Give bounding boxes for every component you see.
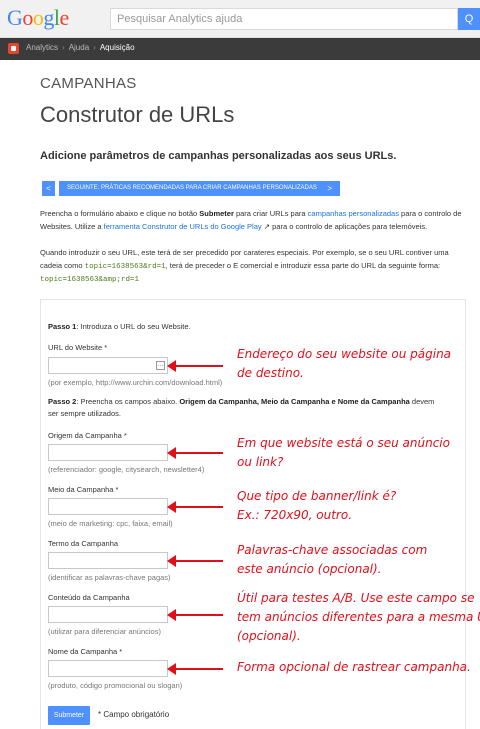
- content-label: Conteúdo da Campanha: [48, 593, 130, 602]
- next-article-button[interactable]: SEGUINTE: PRÁTICAS RECOMENDADAS PARA CRI…: [59, 181, 340, 196]
- name-hint: (produto, código promocional ou slogan): [48, 681, 183, 690]
- text: para criar URLs para: [233, 209, 308, 218]
- annotation-line: de destino.: [237, 366, 304, 380]
- code-sample: topic=1638563&amp;rd=1: [40, 276, 140, 284]
- text: Preencha o formulário abaixo e clique no…: [40, 209, 200, 218]
- annotation-name: Forma opcional de rastrear campanha.: [237, 658, 471, 677]
- annotation-line: Endereço do seu website ou página: [237, 347, 452, 361]
- source-input[interactable]: [48, 444, 168, 461]
- chevron-right-icon: >: [327, 184, 332, 193]
- url-label: URL do Website *: [48, 343, 108, 352]
- logo-letter: g: [43, 5, 54, 30]
- logo-letter: o: [32, 5, 44, 30]
- annotation-line: Palavras-chave associadas com: [237, 543, 428, 557]
- play-url-builder-link[interactable]: ferramenta Construtor de URLs do Google …: [104, 222, 262, 231]
- name-label: Nome da Campanha *: [48, 647, 123, 656]
- arrow-left-icon: [167, 555, 223, 567]
- step2-text-line2: ser sempre utilizados.: [48, 409, 121, 418]
- step2-text: Passo 2: Preencha os campos abaixo. Orig…: [48, 397, 434, 406]
- analytics-icon: [8, 43, 19, 54]
- chevron-right-icon: ›: [93, 43, 96, 52]
- arrow-left-icon: [167, 609, 223, 621]
- url-input[interactable]: …: [48, 357, 168, 374]
- campaigns-link[interactable]: campanhas personalizadas: [308, 209, 399, 218]
- text: para o controlo de aplicações para telem…: [270, 221, 428, 231]
- text-bold: Origem da Campanha, Meio da Campanha e N…: [179, 397, 410, 406]
- step1-text: Passo 1: Introduza o URL do seu Website.: [48, 322, 191, 331]
- annotation-line: ou link?: [237, 455, 284, 469]
- annotation-line: este anúncio (opcional).: [237, 562, 382, 576]
- term-hint: (identificar as palavras-chave pagas): [48, 573, 171, 582]
- annotation-url: Endereço do seu website ou página de dest…: [237, 345, 451, 383]
- term-input[interactable]: [48, 552, 168, 569]
- annotation-line: tem anúncios diferentes para a mesma URL: [237, 610, 480, 624]
- escape-paragraph: Quando introduzir o seu URL, este terá d…: [40, 247, 472, 287]
- previous-button[interactable]: <: [42, 181, 55, 196]
- annotation-line: Que tipo de banner/link é?: [237, 489, 397, 503]
- breadcrumb: Analytics › Ajuda › Aquisição: [26, 43, 135, 52]
- arrow-left-icon: [167, 447, 223, 459]
- source-label: Origem da Campanha *: [48, 431, 127, 440]
- annotation-term: Palavras-chave associadas com este anúnci…: [237, 541, 427, 579]
- required-note: * Campo obrigatório: [98, 710, 170, 719]
- intro-paragraph: Preencha o formulário abaixo e clique no…: [40, 208, 472, 233]
- text: devem: [409, 397, 435, 406]
- term-label: Termo da Campanha: [48, 539, 119, 548]
- section-label: CAMPANHAS: [40, 75, 137, 92]
- name-input[interactable]: [48, 660, 168, 677]
- logo-letter: o: [22, 5, 33, 30]
- autofill-icon[interactable]: …: [156, 361, 165, 370]
- annotation-line: Útil para testes A/B. Use este campo se: [237, 591, 475, 605]
- chevron-left-icon: <: [46, 184, 51, 193]
- step1-label: Passo 1: [48, 322, 77, 331]
- medium-input[interactable]: [48, 498, 168, 515]
- annotation-source: Em que website está o seu anúncio ou link…: [237, 434, 450, 472]
- text: : Introduza o URL do seu Website.: [76, 322, 191, 331]
- arrow-left-icon: [167, 501, 223, 513]
- search-button[interactable]: Q: [458, 8, 480, 30]
- logo-letter: G: [7, 5, 23, 30]
- medium-hint: (meio de marketing: cpc, faixa, email): [48, 519, 173, 528]
- annotation-line: (opcional).: [237, 629, 301, 643]
- breadcrumb-item-aquisicao[interactable]: Aquisição: [100, 43, 135, 52]
- step2-label: Passo 2: [48, 397, 77, 406]
- text: : Preencha os campos abaixo.: [76, 397, 180, 406]
- annotation-line: Ex.: 720x90, outro.: [237, 508, 353, 522]
- annotation-line: Forma opcional de rastrear campanha.: [237, 660, 471, 674]
- content-input[interactable]: [48, 606, 168, 623]
- search-input[interactable]: Pesquisar Analytics ajuda: [110, 8, 458, 30]
- page-title: Construtor de URLs: [40, 102, 235, 127]
- code-sample: topic=1638563&rd=1: [84, 262, 166, 271]
- arrow-left-icon: [167, 663, 223, 675]
- page-subtitle: Adicione parâmetros de campanhas persona…: [40, 150, 397, 162]
- breadcrumb-item-ajuda[interactable]: Ajuda: [69, 43, 89, 52]
- external-link-icon: ↗: [261, 221, 271, 231]
- arrow-left-icon: [167, 360, 223, 372]
- submit-button[interactable]: Submeter: [48, 706, 90, 725]
- chevron-right-icon: ›: [62, 43, 65, 52]
- breadcrumb-item-analytics[interactable]: Analytics: [26, 43, 58, 52]
- next-article-label: SEGUINTE: PRÁTICAS RECOMENDADAS PARA CRI…: [67, 185, 317, 191]
- google-logo[interactable]: Google: [7, 5, 69, 31]
- annotation-line: Em que website está o seu anúncio: [237, 436, 450, 450]
- annotation-content: Útil para testes A/B. Use este campo se t…: [237, 589, 480, 646]
- logo-letter: e: [59, 5, 70, 30]
- annotation-medium: Que tipo de banner/link é? Ex.: 720x90, o…: [237, 487, 396, 525]
- top-bar: Google Pesquisar Analytics ajuda Q: [0, 0, 480, 38]
- search-icon: Q: [464, 13, 474, 25]
- content-hint: (utilizar para diferenciar anúncios): [48, 627, 161, 636]
- text: , terá de preceder o E comercial e intro…: [165, 260, 441, 270]
- source-hint: (referenciador: google, citysearch, news…: [48, 465, 205, 474]
- text-bold: Submeter: [199, 209, 234, 218]
- url-hint: (por exemplo, http://www.urchin.com/down…: [48, 378, 223, 387]
- breadcrumb-bar: Analytics › Ajuda › Aquisição: [0, 38, 480, 60]
- medium-label: Meio da Campanha *: [48, 485, 119, 494]
